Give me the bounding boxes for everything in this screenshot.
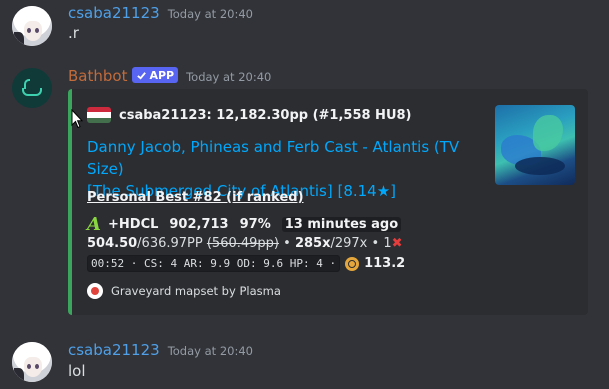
hp: HP: 4 bbox=[289, 257, 323, 270]
app-badge-label: APP bbox=[149, 68, 175, 82]
embed-footer: Graveyard mapset by Plasma bbox=[87, 283, 281, 299]
avatar[interactable] bbox=[12, 342, 52, 382]
timestamp: Today at 20:40 bbox=[186, 70, 272, 84]
mod-stars: 113.2 bbox=[364, 256, 406, 271]
message-text: lol bbox=[68, 362, 86, 380]
embed-author[interactable]: csaba21123: 12,182.30pp (#1,558 HU8) bbox=[119, 108, 411, 123]
score-embed: csaba21123: 12,182.30pp (#1,558 HU8) Dan… bbox=[68, 89, 588, 315]
ar: AR: 9.9 bbox=[183, 257, 231, 270]
avatar[interactable] bbox=[12, 6, 52, 46]
mouse-cursor-icon bbox=[71, 109, 83, 129]
osu-icon bbox=[87, 283, 103, 299]
hungary-flag-icon bbox=[87, 107, 111, 123]
mods: +HDCL bbox=[108, 217, 159, 232]
username[interactable]: csaba21123 bbox=[68, 4, 160, 22]
miss-icon: ✖ bbox=[391, 236, 403, 251]
time-ago: 13 minutes ago bbox=[281, 217, 402, 232]
accuracy: 97% bbox=[239, 217, 271, 232]
beatmap-thumbnail[interactable] bbox=[495, 105, 575, 185]
score-row: A +HDCL 902,713 97% 13 minutes ago bbox=[87, 214, 402, 235]
check-icon bbox=[137, 71, 147, 80]
od: OD: 9.6 bbox=[236, 257, 284, 270]
timestamp: Today at 20:40 bbox=[167, 344, 253, 358]
timestamp: Today at 20:40 bbox=[167, 7, 253, 21]
footer-text: Graveyard mapset by Plasma bbox=[111, 284, 281, 298]
separator: • bbox=[283, 236, 291, 251]
map-stats: 00:52 · CS: 4 AR: 9.9 OD: 9.6 HP: 4 · bbox=[87, 255, 341, 272]
pp-max: /636.97PP bbox=[137, 236, 203, 251]
message-text: .r bbox=[68, 24, 79, 42]
length: 00:52 bbox=[91, 257, 125, 270]
pp-value: 504.50 bbox=[87, 236, 138, 251]
separator: • bbox=[371, 236, 380, 251]
pp-old: (560.49pp) bbox=[206, 236, 279, 251]
cs: CS: 4 bbox=[144, 257, 178, 270]
combo: 285x bbox=[294, 236, 331, 251]
grade-icon: A bbox=[87, 214, 101, 235]
misses: 1 bbox=[383, 236, 392, 251]
personal-best: Personal Best #82 (if ranked) bbox=[87, 190, 304, 205]
pp-row: 504.50/636.97PP (560.49pp) • 285x/297x •… bbox=[87, 236, 403, 251]
score: 902,713 bbox=[169, 217, 229, 232]
combo-max: /297x bbox=[330, 236, 368, 251]
map-stats-row: 00:52 · CS: 4 AR: 9.9 OD: 9.6 HP: 4 · 11… bbox=[87, 255, 405, 272]
bot-avatar[interactable] bbox=[12, 68, 52, 108]
embed-title-line1[interactable]: Danny Jacob, Phineas and Ferb Cast - Atl… bbox=[87, 136, 482, 180]
app-badge: APP bbox=[132, 67, 179, 83]
bot-name[interactable]: Bathbot bbox=[68, 67, 127, 85]
username[interactable]: csaba21123 bbox=[68, 341, 160, 359]
mod-icon bbox=[345, 256, 360, 271]
